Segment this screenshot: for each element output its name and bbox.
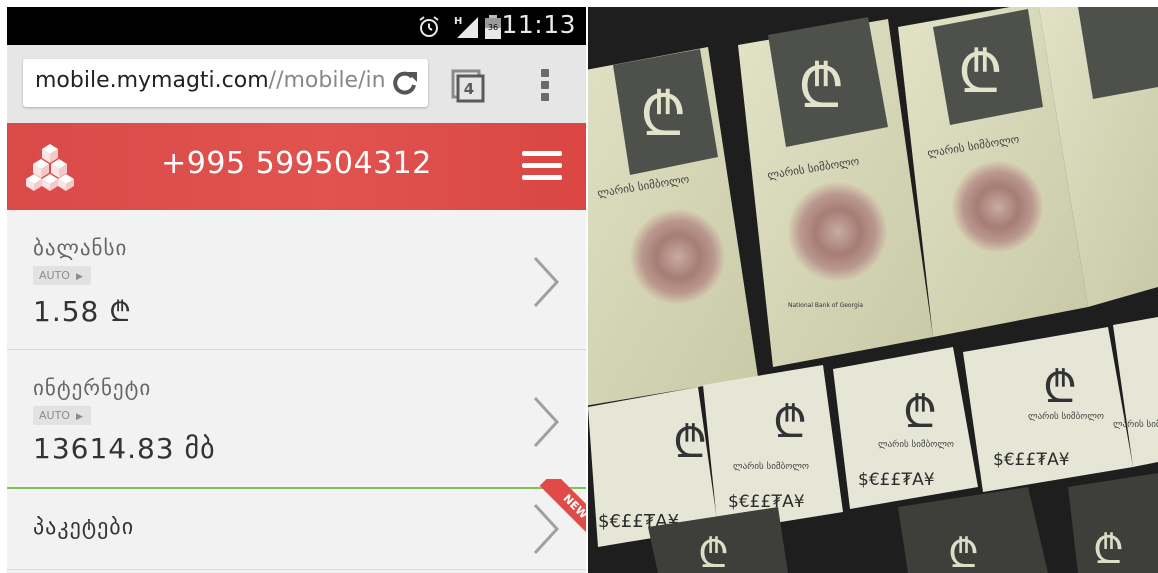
- app-header: +995 599504312: [7, 123, 586, 210]
- internet-value: 13614.83 მბ: [33, 432, 216, 465]
- menu-dots-icon[interactable]: [541, 69, 549, 103]
- currency-strip: $€££₮A¥: [993, 450, 1070, 470]
- small-banknote: ₾ ლარის სიმბოლო $€££₮A¥: [963, 327, 1133, 492]
- lari-sign: ₾: [698, 531, 729, 573]
- lari-sign: ₾: [640, 80, 686, 150]
- tabs-icon[interactable]: 4: [451, 69, 485, 103]
- currency-strip: $€££₮A¥: [858, 470, 935, 490]
- play-icon: ▶: [75, 272, 83, 282]
- browser-toolbar: mobile.mymagti.com//mobile/in 4: [7, 45, 586, 123]
- phone-screenshot: H 36 11:13 mobile.mymagti.com//mobile/in…: [7, 7, 586, 573]
- signal-icon: H: [454, 16, 478, 38]
- lari-sign: ₾: [903, 387, 937, 438]
- packages-title: პაკეტები: [33, 515, 135, 540]
- hamburger-icon[interactable]: [522, 151, 562, 181]
- play-icon: ▶: [75, 412, 83, 422]
- lari-sign: ₾: [958, 38, 1003, 106]
- lari-sign: ₾: [673, 417, 707, 468]
- chevron-right-icon[interactable]: [529, 394, 561, 450]
- lari-sign: ₾: [798, 52, 844, 122]
- url-text: mobile.mymagti.com//mobile/in: [35, 68, 386, 93]
- status-bar: H 36 11:13: [7, 7, 586, 45]
- auto-badge-label: AUTO: [39, 269, 70, 282]
- battery-icon: 36: [485, 15, 501, 39]
- small-banknote: ₾ ლარის სიმბოლო $€££₮A¥: [833, 347, 978, 509]
- banknote-photo-illustration: ₾ ლარის სიმბოლო ₾ ლარის სიმბოლო National…: [588, 7, 1158, 573]
- auto-badge-label: AUTO: [39, 409, 70, 422]
- auto-badge[interactable]: AUTO ▶: [33, 406, 91, 425]
- network-type-label: H: [454, 16, 462, 27]
- banknote-photo: ₾ ლარის სიმბოლო ₾ ლარის სიმბოლო National…: [588, 7, 1158, 573]
- balance-title: ბალანსი: [33, 236, 128, 260]
- tab-count: 4: [463, 80, 475, 98]
- banknote-caption: ლარის სიმბოლო: [1028, 411, 1104, 422]
- lari-sign: ₾: [1093, 527, 1124, 573]
- banknote-caption: ლარის სიმბოლო: [733, 461, 809, 472]
- battery-level-label: 36: [488, 23, 498, 32]
- banknote-caption: ლარის სიმბოლო: [1113, 419, 1158, 430]
- internet-title: ინტერნეტი: [33, 376, 152, 400]
- url-field[interactable]: mobile.mymagti.com//mobile/in: [23, 59, 428, 107]
- clock: 11:13: [501, 10, 576, 39]
- chevron-right-icon[interactable]: [529, 254, 561, 310]
- packages-row[interactable]: პაკეტები NEW: [7, 479, 586, 570]
- lari-sign: ₾: [773, 397, 807, 448]
- lari-sign: ₾: [948, 531, 979, 573]
- bank-name: National Bank of Georgia: [788, 302, 863, 309]
- balance-value: 1.58 ₾: [33, 295, 132, 328]
- small-banknote: ₾ ლარის სიმბოლო $€££₮A¥: [703, 365, 843, 532]
- phone-number: +995 599504312: [161, 146, 432, 181]
- lari-sign: ₾: [1043, 362, 1077, 413]
- internet-row[interactable]: ინტერნეტი AUTO ▶ 13614.83 მბ: [7, 350, 586, 489]
- auto-badge[interactable]: AUTO ▶: [33, 266, 91, 285]
- url-host: mobile.mymagti.com: [35, 68, 269, 93]
- banknote-caption: ლარის სიმბოლო: [878, 439, 954, 450]
- chevron-right-icon[interactable]: [529, 501, 561, 557]
- balance-row[interactable]: ბალანსი AUTO ▶ 1.58 ₾: [7, 210, 586, 350]
- alarm-icon: [419, 16, 439, 37]
- url-path: //mobile/in: [268, 68, 386, 93]
- reload-icon[interactable]: [390, 68, 420, 98]
